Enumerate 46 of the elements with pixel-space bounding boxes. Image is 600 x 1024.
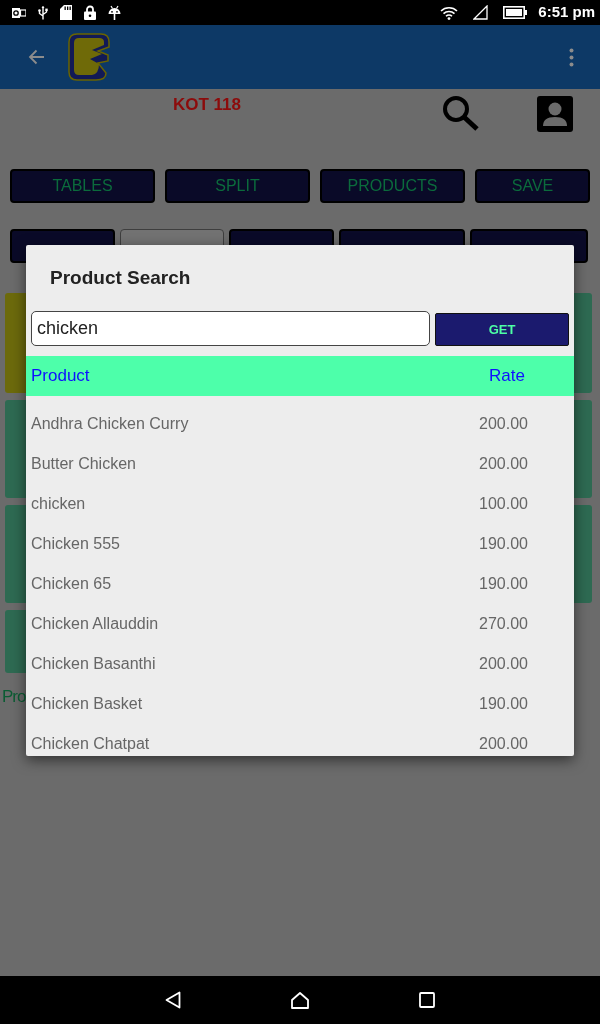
product-name[interactable]: Chicken Allauddin [26,612,479,636]
battery-icon [503,6,528,19]
action-button[interactable]: TABLES [10,169,155,203]
product-rate: 200.00 [479,654,529,674]
product-name[interactable]: Chicken Basanthi [26,652,479,676]
search-field[interactable]: chicken [31,311,430,346]
product-rate: 190.00 [479,534,529,554]
product-rate: 100.00 [479,494,529,514]
get-button[interactable]: GET [435,313,569,346]
logo-icon [68,33,110,81]
action-button[interactable]: PRODUCTS [320,169,465,203]
overflow-menu-icon[interactable] [569,47,574,67]
robot-icon [108,5,121,20]
product-rate: 200.00 [479,454,529,474]
action-button[interactable]: SPLIT [165,169,310,203]
sd-card-icon [60,5,72,20]
product-rate: 190.00 [479,574,529,594]
product-name[interactable]: Chicken 65 [26,572,479,596]
usb-icon [38,5,48,20]
column-header: Product [30,365,91,388]
product-name[interactable]: Butter Chicken [26,452,479,476]
order-number-label: KOT 118 [173,95,242,115]
product-rate: 190.00 [479,694,529,714]
section-heading: Pro [2,686,26,708]
search-icon[interactable] [442,95,480,131]
clock-time: 6:51 pm [538,2,595,23]
column-header: Rate [488,365,526,388]
signal-icon [473,5,489,20]
product-name[interactable]: Andhra Chicken Curry [26,412,479,436]
product-name[interactable]: Chicken Chatpat [26,732,479,756]
product-rate: 200.00 [479,734,529,754]
product-name[interactable]: Chicken 555 [26,532,479,556]
product-name[interactable]: Chicken Basket [26,692,479,716]
action-button[interactable]: SAVE [475,169,590,203]
person-icon[interactable] [537,96,573,132]
lock-icon [84,5,96,20]
recents-icon[interactable] [419,992,435,1008]
home-icon[interactable] [291,991,309,1009]
product-rate: 270.00 [479,614,529,634]
product-rate: 200.00 [479,414,529,434]
mail-icon [12,6,26,19]
back-arrow-icon[interactable] [28,49,45,65]
back-icon[interactable] [165,991,181,1009]
wifi-icon [440,5,459,20]
product-name[interactable]: chicken [26,492,479,516]
dialog-title: Product Search [50,267,191,289]
